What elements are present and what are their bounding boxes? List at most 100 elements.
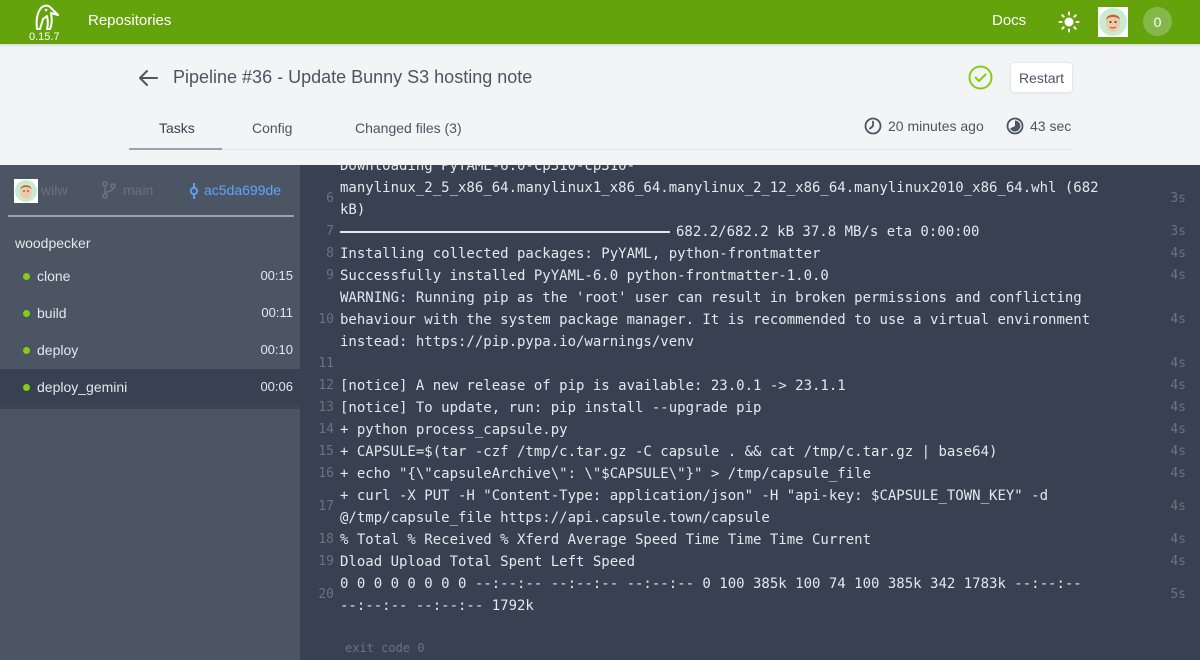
log-line-number[interactable]: 8 xyxy=(300,243,340,265)
log-line: 15 + CAPSULE=$(tar -czf /tmp/c.tar.gz -C … xyxy=(300,441,1200,463)
restart-button[interactable]: Restart xyxy=(1010,62,1073,93)
commit-info: wilw main ac5da699de xyxy=(8,165,294,217)
git-commit-icon xyxy=(189,183,199,199)
log-line: 7 682.2/682.2 kB 37.8 MB/s eta 0:00:00 3s xyxy=(300,221,1200,243)
workflow-group-name: woodpecker xyxy=(15,235,91,251)
log-line-text: 682.2/682.2 kB 37.8 MB/s eta 0:00:00 xyxy=(340,221,1146,243)
nav-repositories-link[interactable]: Repositories xyxy=(88,12,171,29)
author-avatar xyxy=(14,179,38,203)
log-line-number[interactable]: 11 xyxy=(300,353,340,375)
back-button[interactable] xyxy=(137,67,159,89)
log-line-text: + python process_capsule.py xyxy=(340,422,568,438)
log-line: 18% Total % Received % Xferd Average Spe… xyxy=(300,529,1200,551)
nav-docs-link[interactable]: Docs xyxy=(992,12,1026,29)
tab-tasks[interactable]: Tasks xyxy=(159,120,195,136)
log-line-text: [notice] A new release of pip is availab… xyxy=(340,378,846,394)
home-logo[interactable]: 0.15.7 xyxy=(28,2,62,44)
step-duration: 00:06 xyxy=(260,379,293,394)
active-builds-badge[interactable]: 0 xyxy=(1143,7,1172,36)
log-line-number[interactable]: 19 xyxy=(300,551,340,573)
step-item-active[interactable]: deploy_gemini 00:06 xyxy=(0,369,300,405)
log-line-time: 4s xyxy=(1170,466,1186,481)
download-progress-text: 682.2/682.2 kB 37.8 MB/s eta 0:00:00 xyxy=(676,224,980,240)
log-line: 12 [notice] A new release of pip is avail… xyxy=(300,375,1200,397)
download-progress-bar xyxy=(340,231,670,233)
log-line: 6 manylinux_2_5_x86_64.manylinux1_x86_64.… xyxy=(300,177,1200,221)
step-status-dot xyxy=(23,384,30,391)
step-item[interactable]: deploy 00:10 xyxy=(0,332,300,368)
log-line-text: + curl -X PUT -H "Content-Type: applicat… xyxy=(340,488,1049,526)
step-name: deploy xyxy=(37,342,79,358)
log-line: 19 Dload Upload Total Spent Left Speed 4s xyxy=(300,551,1200,573)
step-name: build xyxy=(37,305,67,321)
step-item[interactable]: build 00:11 xyxy=(0,295,300,331)
log-line: 16 + echo "{\"capsuleArchive\": \"$CAPSUL… xyxy=(300,463,1200,485)
log-line-number[interactable]: 17 xyxy=(300,485,340,529)
step-status-dot xyxy=(23,273,30,280)
log-line-number[interactable]: 9 xyxy=(300,265,340,287)
log-line-time: 4s xyxy=(1170,422,1186,437)
exit-code: exit code 0 xyxy=(345,641,425,655)
theme-toggle-button[interactable] xyxy=(1058,11,1080,33)
log-line-time: 3s xyxy=(1170,191,1186,206)
log-line-number[interactable]: 13 xyxy=(300,397,340,419)
log-line: 14 + python process_capsule.py 4s xyxy=(300,419,1200,441)
log-line-number[interactable]: 18 xyxy=(300,529,340,551)
log-line-text xyxy=(340,353,1146,375)
log-line: 11 4s xyxy=(300,353,1200,375)
steps-sidebar: wilw main ac5da699de woodpecker clone 00… xyxy=(0,165,300,660)
app-version: 0.15.7 xyxy=(29,31,60,43)
log-line-number[interactable]: 16 xyxy=(300,463,340,485)
log-line: 8 Installing collected packages: PyYAML, … xyxy=(300,243,1200,265)
log-line-text: manylinux_2_5_x86_64.manylinux1_x86_64.m… xyxy=(340,180,1099,218)
log-line-text: + CAPSULE=$(tar -czf /tmp/c.tar.gz -C ca… xyxy=(340,444,998,460)
log-line-text: + echo "{\"capsuleArchive\": \"$CAPSULE\… xyxy=(340,466,872,482)
step-item[interactable]: clone 00:15 xyxy=(0,258,300,294)
log-line-number[interactable]: 7 xyxy=(300,221,340,243)
log-line-time: 4s xyxy=(1170,400,1186,415)
log-line-text: [notice] To update, run: pip install --u… xyxy=(340,400,762,416)
clock-icon xyxy=(864,117,882,135)
avatar-face-icon xyxy=(20,184,32,199)
log-line-time: 4s xyxy=(1170,312,1186,327)
log-line-text: Successfully installed PyYAML-6.0 python… xyxy=(340,268,829,284)
tab-changed-files[interactable]: Changed files (3) xyxy=(355,120,462,136)
log-line-text: WARNING: Running pip as the 'root' user … xyxy=(340,290,1091,350)
log-line-time: 4s xyxy=(1170,378,1186,393)
step-name: clone xyxy=(37,268,71,284)
commit-branch: main xyxy=(123,182,154,198)
user-avatar[interactable] xyxy=(1098,7,1128,37)
commit-sha-link[interactable]: ac5da699de xyxy=(204,182,281,198)
step-status-dot xyxy=(23,310,30,317)
log-line-number[interactable] xyxy=(300,165,340,177)
log-line-text: Installing collected packages: PyYAML, p… xyxy=(340,246,821,262)
log-line-time: 4s xyxy=(1170,499,1186,514)
log-line-number[interactable]: 10 xyxy=(300,287,340,353)
step-status-dot xyxy=(23,347,30,354)
step-duration: 00:11 xyxy=(261,305,293,320)
step-log-panel[interactable]: Downloading PyYAML-6.0-cp310-cp310- 6 many… xyxy=(300,155,1200,660)
log-line-text: Downloading PyYAML-6.0-cp310-cp310- xyxy=(340,158,636,174)
created-time: 20 minutes ago xyxy=(888,118,984,134)
log-line-number[interactable]: 12 xyxy=(300,375,340,397)
woodpecker-logo-icon xyxy=(35,4,59,30)
log-line-number[interactable]: 14 xyxy=(300,419,340,441)
log-line-time xyxy=(1146,165,1186,177)
pipeline-title: Pipeline #36 - Update Bunny S3 hosting n… xyxy=(173,67,533,87)
log-line: 13 [notice] To update, run: pip install -… xyxy=(300,397,1200,419)
log-line-time: 4s xyxy=(1170,246,1186,261)
log-line: 17 + curl -X PUT -H "Content-Type: applic… xyxy=(300,485,1200,529)
log-line-time: 4s xyxy=(1170,444,1186,459)
log-line-number[interactable]: 20 xyxy=(300,573,340,617)
log-line: 10 WARNING: Running pip as the 'root' use… xyxy=(300,287,1200,353)
timer-icon xyxy=(1006,117,1024,135)
log-line-time: 4s xyxy=(1170,356,1186,371)
avatar-face-icon xyxy=(1106,14,1120,32)
log-line-time: 4s xyxy=(1170,554,1186,569)
tab-config[interactable]: Config xyxy=(252,120,292,136)
log-line-number[interactable]: 6 xyxy=(300,177,340,221)
log-line: 9 Successfully installed PyYAML-6.0 pytho… xyxy=(300,265,1200,287)
log-line-number[interactable]: 15 xyxy=(300,441,340,463)
pipeline-created: 20 minutes ago xyxy=(864,117,984,135)
git-branch-icon xyxy=(102,181,116,199)
